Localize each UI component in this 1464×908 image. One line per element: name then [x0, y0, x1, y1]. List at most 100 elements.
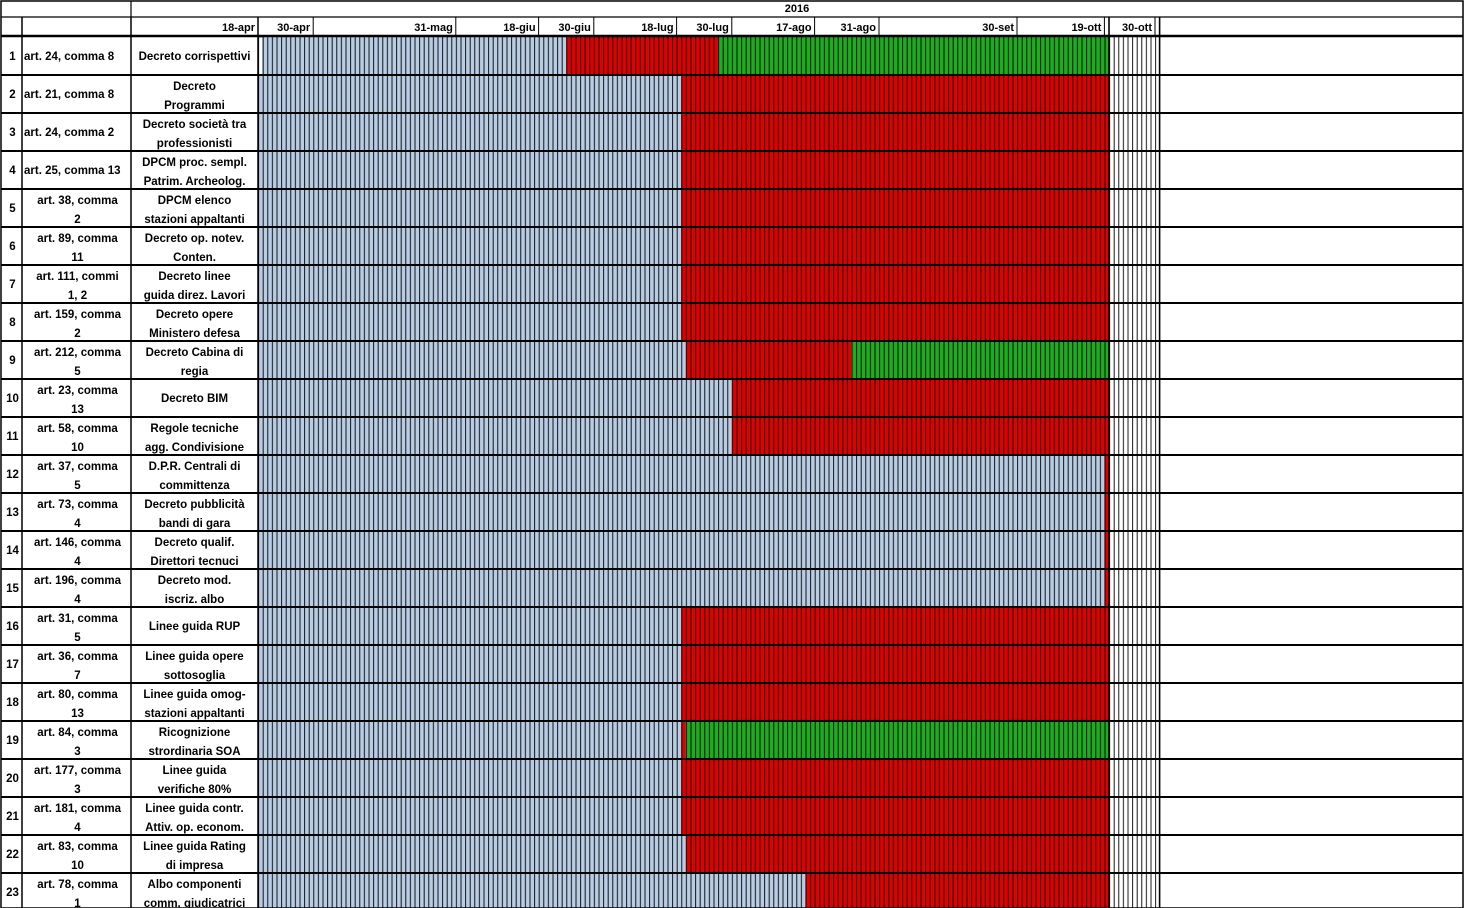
title-label-4-line-2: Patrim. Archeolog.: [144, 176, 246, 188]
article-label-17-line-2: 7: [74, 670, 80, 682]
date-label-12: 30-ott: [1122, 22, 1152, 34]
title-label-18-line-1: Linee guida omog-: [143, 689, 245, 701]
row-number-15: 15: [6, 583, 19, 595]
gantt-chart: 2016 18-apr 30-apr 31-mag 18-giu 30-giu 18-lu…: [0, 0, 1464, 908]
title-label-22-line-2: di impresa: [166, 860, 224, 872]
title-label-14-line-2: Direttori tecnuci: [150, 556, 238, 568]
row-number-18: 18: [6, 697, 19, 709]
row-number-8: 8: [9, 317, 16, 329]
title-label-10: Decreto BIM: [161, 393, 228, 405]
article-label-20-line-2: 3: [74, 784, 80, 796]
title-label-9-line-2: regia: [181, 366, 209, 378]
title-label-13-line-2: bandi di gara: [159, 518, 231, 530]
article-label-8-line-1: art. 159, comma: [34, 309, 122, 321]
title-label-17-line-2: sottosoglia: [164, 670, 226, 682]
title-label-15-line-2: iscriz. albo: [165, 594, 224, 606]
title-label-16: Linee guida RUP: [149, 621, 241, 633]
article-label-15-line-1: art. 196, comma: [34, 575, 122, 587]
article-label-14-line-2: 4: [74, 556, 81, 568]
date-label-4: 18-giu: [503, 22, 535, 34]
date-label-5: 30-giu: [558, 22, 590, 34]
row-number-19: 19: [6, 735, 19, 747]
article-label-23-line-1: art. 78, comma: [37, 879, 118, 891]
article-label-2: art. 21, comma 8: [24, 89, 115, 101]
title-label-8-line-2: Ministero defesa: [149, 328, 240, 340]
article-label-20-line-1: art. 177, comma: [34, 765, 122, 777]
title-label-17-line-1: Linee guida opere: [145, 651, 243, 663]
row-number-7: 7: [9, 279, 15, 291]
article-label-23-line-2: 1: [74, 898, 81, 908]
title-label-12-line-2: committenza: [159, 480, 230, 492]
title-label-2-line-1: Decreto: [173, 81, 216, 93]
title-label-15-line-1: Decreto mod.: [158, 575, 232, 587]
title-label-14-line-1: Decreto qualif.: [155, 537, 235, 549]
article-label-14-line-1: art. 146, comma: [34, 537, 122, 549]
article-label-11-line-2: 10: [71, 442, 84, 454]
row-number-23: 23: [6, 887, 19, 899]
title-label-20-line-2: verifiche 80%: [158, 784, 232, 796]
title-label-11-line-2: agg. Condivisione: [145, 442, 244, 454]
article-label-21-line-1: art. 181, comma: [34, 803, 122, 815]
article-label-10-line-2: 13: [71, 404, 84, 416]
title-label-3-line-1: Decreto società tra: [143, 119, 247, 131]
row-number-11: 11: [6, 431, 19, 443]
title-label-8-line-1: Decreto opere: [156, 309, 233, 321]
article-label-5-line-1: art. 38, comma: [37, 195, 118, 207]
row-number-1: 1: [9, 51, 16, 63]
title-label-20-line-1: Linee guida: [163, 765, 228, 777]
row-number-13: 13: [6, 507, 19, 519]
article-label-5-line-2: 2: [74, 214, 80, 226]
article-label-9-line-1: art. 212, comma: [34, 347, 122, 359]
title-label-11-line-1: Regole tecniche: [150, 423, 238, 435]
article-label-18-line-1: art. 80, comma: [37, 689, 118, 701]
article-label-16-line-1: art. 31, comma: [37, 613, 118, 625]
row-number-12: 12: [6, 469, 19, 481]
article-label-6-line-2: 11: [71, 252, 84, 264]
article-label-21-line-2: 4: [74, 822, 81, 834]
article-label-22-line-2: 10: [71, 860, 84, 872]
article-label-11-line-1: art. 58, comma: [37, 423, 118, 435]
article-label-13-line-2: 4: [74, 518, 81, 530]
article-label-19-line-1: art. 84, comma: [37, 727, 118, 739]
article-label-15-line-2: 4: [74, 594, 81, 606]
row-number-6: 6: [9, 241, 15, 253]
title-label-2-line-2: Programmi: [164, 100, 225, 112]
row-number-20: 20: [6, 773, 19, 785]
title-label-3-line-2: professionisti: [157, 138, 232, 150]
date-label-11: 19-ott: [1071, 22, 1101, 34]
year-label: 2016: [785, 3, 809, 15]
article-label-17-line-1: art. 36, comma: [37, 651, 118, 663]
row-number-22: 22: [6, 849, 19, 861]
date-label-6: 18-lug: [641, 22, 673, 34]
title-label-19-line-1: Ricognizione: [159, 727, 231, 739]
title-label-18-line-2: stazioni appaltanti: [144, 708, 244, 720]
article-label-1: art. 24, comma 8: [24, 51, 115, 63]
article-label-18-line-2: 13: [71, 708, 84, 720]
day-grid: [258, 37, 1160, 908]
date-label-9: 31-ago: [841, 22, 877, 34]
title-label-4-line-1: DPCM proc. sempl.: [142, 157, 247, 169]
date-label-2: 30-apr: [277, 22, 311, 34]
title-label-22-line-1: Linee guida Rating: [143, 841, 246, 853]
title-label-23-line-2: comm. giudicatrici: [144, 898, 246, 908]
date-label-1: 18-apr: [222, 22, 256, 34]
title-label-21-line-2: Attiv. op. econom.: [145, 822, 244, 834]
row-number-3: 3: [9, 127, 15, 139]
title-label-12-line-1: D.P.R. Centrali di: [149, 461, 241, 473]
article-label-7-line-1: art. 111, commi: [36, 271, 118, 283]
row-number-21: 21: [6, 811, 19, 823]
row-number-16: 16: [6, 621, 19, 633]
date-label-7: 30-lug: [696, 22, 728, 34]
title-label-21-line-1: Linee guida contr.: [145, 803, 243, 815]
row-number-14: 14: [6, 545, 19, 557]
article-label-12-line-1: art. 37, comma: [37, 461, 118, 473]
article-label-22-line-1: art. 83, comma: [37, 841, 118, 853]
row-number-9: 9: [9, 355, 15, 367]
row-number-17: 17: [6, 659, 19, 671]
title-label-6-line-2: Conten.: [173, 252, 216, 264]
article-label-16-line-2: 5: [74, 632, 81, 644]
day-hatch: [258, 37, 1160, 908]
title-label-7-line-2: guida direz. Lavori: [144, 290, 246, 302]
title-label-23-line-1: Albo componenti: [148, 879, 242, 891]
article-label-7-line-2: 1, 2: [68, 290, 87, 302]
